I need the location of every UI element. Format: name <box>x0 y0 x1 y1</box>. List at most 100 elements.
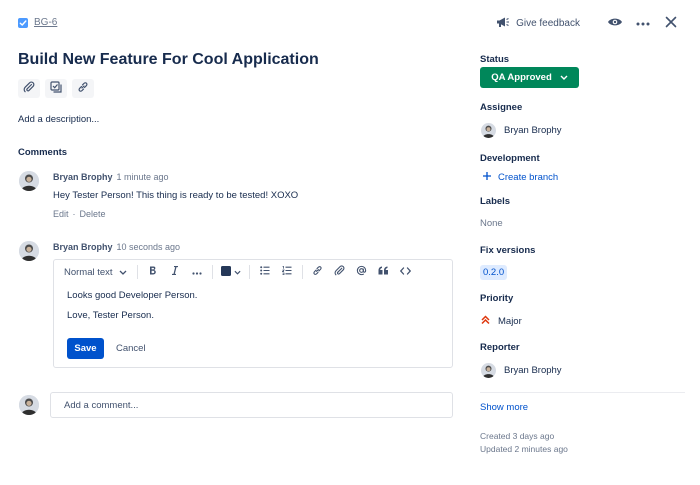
eye-icon <box>607 16 623 31</box>
link-icon <box>77 81 89 96</box>
cancel-button[interactable]: Cancel <box>111 338 151 359</box>
avatar <box>19 171 39 191</box>
priority-major-icon <box>481 315 490 328</box>
top-actions: Give feedback <box>496 14 680 32</box>
attach-file-button[interactable] <box>331 263 349 281</box>
toolbar-divider <box>248 265 250 279</box>
avatar <box>481 123 496 138</box>
quote-icon <box>378 266 389 278</box>
issue-toolbar <box>18 79 94 98</box>
fix-versions-label: Fix versions <box>480 245 536 256</box>
create-branch-label: Create branch <box>498 172 559 183</box>
status-dropdown[interactable]: QA Approved <box>480 67 579 88</box>
give-feedback-button[interactable]: Give feedback <box>496 16 580 31</box>
save-button[interactable]: Save <box>67 338 104 359</box>
text-color-button[interactable] <box>219 263 243 281</box>
assignee-field[interactable]: Bryan Brophy <box>481 123 562 138</box>
more-formatting-button[interactable] <box>188 263 206 281</box>
create-branch-button[interactable]: Create branch <box>482 171 558 184</box>
comment-header: Bryan Brophy 1 minute ago <box>53 172 169 182</box>
issue-title[interactable]: Build New Feature For Cool Application <box>18 51 319 69</box>
at-sign-icon <box>356 265 367 279</box>
action-separator: · <box>72 209 76 219</box>
quote-button[interactable] <box>375 263 393 281</box>
insert-link-button[interactable] <box>309 263 327 281</box>
add-comment-input[interactable]: Add a comment... <box>50 392 453 418</box>
priority-label: Priority <box>480 293 514 304</box>
description-field[interactable]: Add a description... <box>18 114 99 125</box>
watch-button[interactable] <box>606 14 624 32</box>
link-icon <box>312 265 323 279</box>
editor-text-line[interactable]: Looks good Developer Person. <box>67 290 197 301</box>
priority-field[interactable]: Major <box>481 315 522 328</box>
text-style-dropdown[interactable]: Normal text <box>64 263 127 281</box>
megaphone-icon <box>496 16 510 31</box>
reporter-field[interactable]: Bryan Brophy <box>481 363 562 378</box>
status-label: Status <box>480 54 510 65</box>
paperclip-icon <box>334 265 345 279</box>
comment-body: Hey Tester Person! This thing is ready t… <box>53 190 299 201</box>
reporter-label: Reporter <box>480 342 520 353</box>
draft-comment-header: Bryan Brophy 10 seconds ago <box>53 242 180 252</box>
created-date: Created 3 days ago <box>480 431 555 441</box>
code-icon <box>400 266 412 278</box>
numbered-list-icon <box>281 266 292 278</box>
sidebar-divider <box>480 392 685 393</box>
status-value: QA Approved <box>491 72 552 83</box>
close-button[interactable] <box>662 14 680 32</box>
italic-button[interactable] <box>166 263 184 281</box>
add-child-issue-button[interactable] <box>45 79 67 98</box>
toolbar-divider <box>301 265 303 279</box>
toolbar-divider <box>136 265 138 279</box>
assignee-label: Assignee <box>480 102 523 113</box>
issue-key-link[interactable]: BG-6 <box>34 17 57 28</box>
subtask-icon <box>50 81 62 96</box>
more-icon <box>636 18 650 29</box>
plus-icon <box>482 171 492 184</box>
avatar <box>481 363 496 378</box>
issue-key: BG-6 <box>18 17 57 28</box>
bullet-list-button[interactable] <box>256 263 274 281</box>
chevron-down-icon <box>234 267 241 278</box>
editor-text-line[interactable]: Love, Tester Person. <box>67 310 154 321</box>
fix-version-tag[interactable]: 0.2.0 <box>480 265 508 280</box>
reporter-name: Bryan Brophy <box>504 365 562 376</box>
bullet-list-icon <box>259 266 270 278</box>
chevron-down-icon <box>560 72 568 83</box>
link-issue-button[interactable] <box>72 79 94 98</box>
show-more-link[interactable]: Show more <box>480 402 528 413</box>
comments-heading: Comments <box>18 147 68 158</box>
editor-toolbar: Normal text <box>54 260 452 284</box>
more-icon <box>191 267 202 278</box>
avatar <box>19 241 39 261</box>
give-feedback-label: Give feedback <box>516 17 580 29</box>
numbered-list-button[interactable] <box>278 263 296 281</box>
text-style-label: Normal text <box>64 266 113 278</box>
color-swatch-icon <box>220 265 231 279</box>
code-button[interactable] <box>397 263 415 281</box>
chevron-down-icon <box>119 267 127 278</box>
close-icon <box>665 16 677 31</box>
italic-icon <box>171 265 179 278</box>
labels-field[interactable]: None <box>480 218 503 229</box>
comment-author[interactable]: Bryan Brophy <box>53 172 113 182</box>
comment-time: 1 minute ago <box>116 172 169 182</box>
delete-comment-link[interactable]: Delete <box>80 209 106 219</box>
more-actions-button[interactable] <box>634 14 652 32</box>
assignee-name: Bryan Brophy <box>504 125 562 136</box>
comment-author[interactable]: Bryan Brophy <box>53 242 113 252</box>
edit-comment-link[interactable]: Edit <box>53 209 69 219</box>
attach-button[interactable] <box>18 79 40 98</box>
comment-editor: Normal text Looks good Developer Person.… <box>53 259 453 368</box>
comment-time: 10 seconds ago <box>116 242 181 252</box>
comment-actions: Edit · Delete <box>53 209 106 219</box>
mention-button[interactable] <box>353 263 371 281</box>
updated-date: Updated 2 minutes ago <box>480 444 568 454</box>
labels-label: Labels <box>480 196 511 207</box>
avatar <box>19 395 39 415</box>
paperclip-icon <box>23 81 35 96</box>
story-type-icon <box>18 17 28 28</box>
bold-button[interactable] <box>144 263 162 281</box>
toolbar-divider <box>211 265 213 279</box>
bold-icon <box>149 266 157 278</box>
